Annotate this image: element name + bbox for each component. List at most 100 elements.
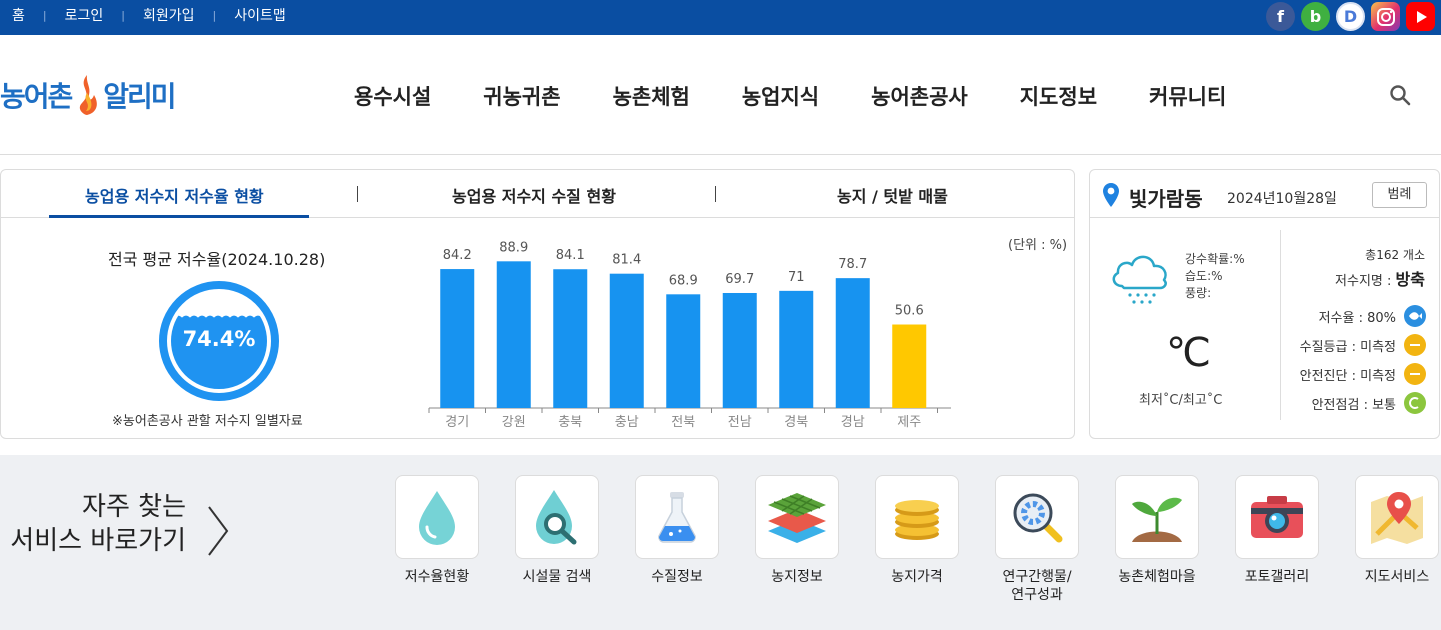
login-link[interactable]: 로그인 (65, 5, 104, 25)
bar-충북[interactable] (553, 269, 588, 408)
shortcut-research[interactable]: 연구간행물/ 연구성과 (995, 475, 1079, 603)
tab-water-quality[interactable]: 농업용 저수지 수질 현황 (452, 183, 616, 207)
regional-storage-bar-chart: 84.2 경기 88.9 강원 84.1 충북 81.4 충남 68.9 전북 69.7 전남 71 경북… (428, 240, 951, 430)
shortcut-farmland-price[interactable]: 농지가격 (875, 475, 959, 585)
reservoir-name-label: 저수지명 : (1335, 274, 1392, 289)
signup-link[interactable]: 회원가입 (143, 5, 195, 25)
shortcut-storage-rate[interactable]: 저수율현황 (395, 475, 479, 585)
data-source-note: ※농어촌공사 관할 저수지 일별자료 (112, 414, 303, 429)
unmeasured-status-icon (1404, 334, 1426, 356)
wind: 풍량: (1185, 286, 1212, 300)
shortcut-title-line: 자주 찾는 (82, 492, 186, 522)
bar-value-label: 78.7 (838, 257, 867, 272)
category-label: 경기 (445, 415, 469, 430)
bar-value-label: 81.4 (612, 253, 641, 268)
blog-icon[interactable]: b (1301, 2, 1330, 31)
water-quality-status: 수질등급 : 미측정 (1300, 334, 1426, 356)
logo-text: 알리미 (103, 80, 176, 113)
weather-panel: 빛가람동 2024년10월28일 범례 강수확률:% 습도:% 풍량: ℃ 최저… (1089, 169, 1440, 439)
reservoir-panel: 농업용 저수지 저수율 현황 농업용 저수지 수질 현황 농지 / 텃밭 매물 … (0, 169, 1075, 439)
water-drop-icon[interactable] (395, 475, 479, 559)
shortcut-farmland-info[interactable]: 농지정보 (755, 475, 839, 585)
shortcut-title: 자주 찾는 서비스 바로가기 (0, 490, 186, 558)
nav-item-community[interactable]: 커뮤니티 (1149, 81, 1226, 111)
header: 농어촌 알리미 용수시설 귀농귀촌 농촌체험 농업지식 농어촌공사 지도정보 커… (0, 35, 1441, 155)
shortcut-map-service[interactable]: 지도서비스 (1355, 475, 1439, 585)
bar-전북[interactable] (666, 294, 701, 408)
unmeasured-status-icon (1404, 363, 1426, 385)
flask-icon[interactable] (635, 475, 719, 559)
utility-links: 홈 | 로그인 | 회원가입 | 사이트맵 (12, 5, 286, 25)
flame-logo-icon (80, 75, 98, 115)
farmland-layers-icon[interactable] (755, 475, 839, 559)
nav-item-map-info[interactable]: 지도정보 (1020, 81, 1097, 111)
bar-value-label: 84.2 (443, 248, 472, 263)
map-pin-icon[interactable] (1355, 475, 1439, 559)
bar-경기[interactable] (440, 269, 475, 408)
gear-magnifier-icon[interactable] (995, 475, 1079, 559)
safety-diagnosis-status: 안전진단 : 미측정 (1300, 363, 1426, 385)
reservoir-name: 방축 (1395, 270, 1425, 289)
shortcut-rural-village[interactable]: 농촌체험마을 (1115, 475, 1199, 585)
nav-item-water-facilities[interactable]: 용수시설 (354, 81, 431, 111)
category-label: 제주 (897, 415, 921, 430)
nav-item-rural-experience[interactable]: 농촌체험 (613, 81, 690, 111)
sitemap-link[interactable]: 사이트맵 (234, 5, 286, 25)
tab-separator (715, 186, 716, 202)
category-label: 전북 (671, 415, 695, 430)
normal-status-icon (1404, 392, 1426, 414)
facebook-icon[interactable]: f (1266, 2, 1295, 31)
tab-storage-rate[interactable]: 농업용 저수지 저수율 현황 (85, 183, 264, 207)
site-logo[interactable]: 농어촌 알리미 (0, 65, 190, 125)
top-bar: 홈 | 로그인 | 회원가입 | 사이트맵 f b D (0, 0, 1441, 35)
category-label: 경남 (841, 415, 865, 430)
camera-icon[interactable] (1235, 475, 1319, 559)
weather-header: 빛가람동 2024년10월28일 범례 (1090, 170, 1439, 218)
status-label: 안전점검 : 보통 (1311, 397, 1396, 413)
bar-전남[interactable] (722, 292, 757, 408)
shortcut-facility-search[interactable]: 시설물 검색 (515, 475, 599, 585)
nav-item-return-farming[interactable]: 귀농귀촌 (483, 81, 560, 111)
bar-value-label: 88.9 (499, 240, 528, 255)
category-label: 전남 (728, 415, 752, 430)
home-link[interactable]: 홈 (12, 5, 25, 25)
daum-icon[interactable]: D (1336, 2, 1365, 31)
separator: | (121, 8, 125, 22)
reservoir-name-row: 저수지명 : 방축 (1335, 266, 1425, 290)
active-tab-indicator (49, 215, 309, 218)
separator: | (212, 8, 217, 22)
bar-제주[interactable] (892, 324, 927, 408)
chevron-right-icon[interactable] (205, 505, 231, 557)
bar-강원[interactable] (496, 261, 531, 408)
bar-경북[interactable] (779, 290, 814, 408)
status-label: 저수율 : 80% (1318, 310, 1396, 326)
national-average-title: 전국 평균 저수율(2024.10.28) (108, 250, 326, 269)
temperature: ℃ (1166, 330, 1211, 376)
category-label: 충북 (558, 415, 582, 430)
coins-icon[interactable] (875, 475, 959, 559)
sprout-icon[interactable] (1115, 475, 1199, 559)
instagram-icon[interactable] (1371, 2, 1400, 31)
social-links: f b D (1266, 2, 1435, 31)
youtube-icon[interactable] (1406, 2, 1435, 31)
shortcut-water-quality[interactable]: 수질정보 (635, 475, 719, 585)
bar-충남[interactable] (609, 273, 644, 408)
weather-date: 2024년10월28일 (1227, 191, 1337, 207)
tab-separator (357, 186, 358, 202)
location-name: 빛가람동 (1129, 187, 1203, 211)
bar-경남[interactable] (835, 278, 870, 408)
unit-label: (단위 : %) (1008, 238, 1068, 253)
nav-item-farming-knowledge[interactable]: 농업지식 (742, 81, 819, 111)
shortcut-photo-gallery[interactable]: 포토갤러리 (1235, 475, 1319, 585)
divider (1280, 230, 1281, 420)
drop-search-icon[interactable] (515, 475, 599, 559)
reservoir-count: 총162 개소 (1365, 248, 1425, 262)
humidity: 습도:% (1185, 269, 1223, 283)
bar-value-label: 68.9 (669, 273, 698, 288)
search-icon[interactable] (1388, 83, 1412, 107)
tab-farmland-listings[interactable]: 농지 / 텃밭 매물 (837, 183, 948, 207)
nav-item-krc[interactable]: 농어촌공사 (871, 81, 968, 111)
category-label: 강원 (502, 415, 526, 430)
bar-value-label: 69.7 (725, 272, 754, 287)
legend-button[interactable]: 범례 (1372, 182, 1427, 208)
